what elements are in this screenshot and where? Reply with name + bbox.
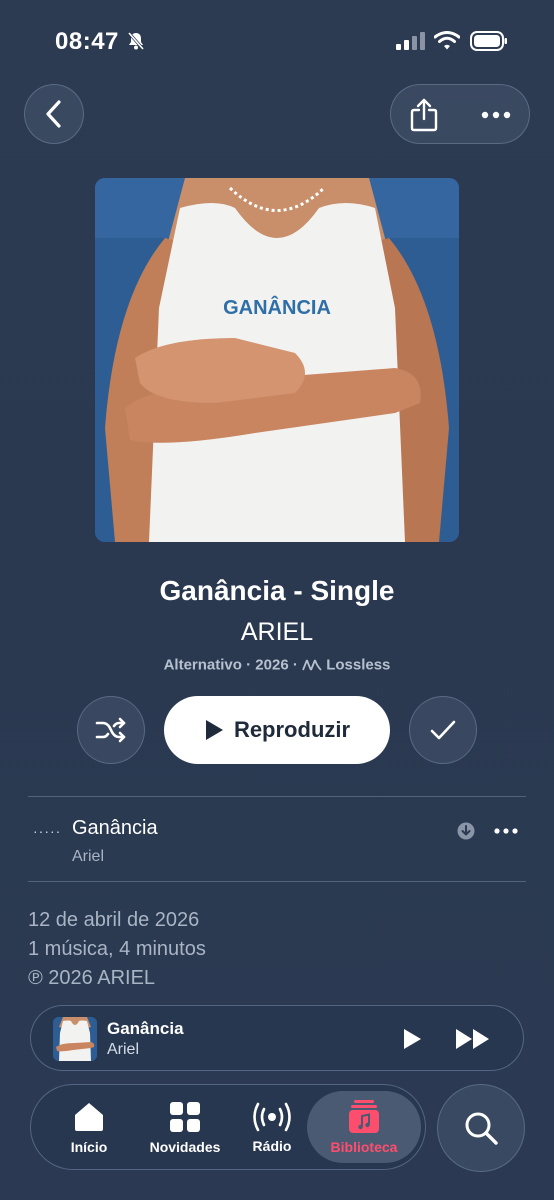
album-genre: Alternativo bbox=[163, 656, 242, 674]
album-year: 2026 bbox=[255, 656, 289, 674]
share-button[interactable] bbox=[391, 85, 457, 145]
status-bar: 08:47 bbox=[0, 0, 554, 80]
tab-biblioteca[interactable]: Biblioteca bbox=[307, 1091, 421, 1163]
grid-icon bbox=[170, 1102, 200, 1132]
shuffle-button[interactable] bbox=[77, 696, 145, 764]
tab-label: Biblioteca bbox=[330, 1139, 398, 1155]
release-copyright: ℗ 2026 ARIEL bbox=[28, 967, 156, 989]
mini-player-title: Ganância bbox=[107, 1019, 184, 1038]
tab-label: Início bbox=[70, 1139, 108, 1155]
cellular-signal-icon bbox=[396, 32, 425, 50]
ellipsis-icon bbox=[481, 111, 511, 119]
album-meta: Alternativo · 2026 · Lossless bbox=[163, 656, 391, 674]
header-actions bbox=[390, 84, 530, 144]
battery-icon bbox=[470, 31, 507, 51]
album-title: Ganância - Single bbox=[159, 575, 395, 606]
bell-slash-icon bbox=[127, 32, 145, 50]
track-artist: Ariel bbox=[72, 848, 105, 865]
artwork-text: GANÂNCIA bbox=[223, 295, 331, 319]
tab-label: Rádio bbox=[252, 1138, 292, 1154]
added-to-library-button[interactable] bbox=[409, 696, 477, 764]
play-icon bbox=[205, 720, 223, 740]
mini-player-artwork bbox=[53, 1017, 97, 1061]
fast-forward-icon bbox=[456, 1029, 489, 1049]
track-row[interactable]: ····· Ganância Ariel bbox=[0, 797, 554, 881]
track-more-button[interactable] bbox=[492, 821, 520, 841]
tab-novidades[interactable]: Novidades bbox=[137, 1085, 233, 1171]
search-icon bbox=[465, 1112, 498, 1145]
mini-player-artist: Ariel bbox=[107, 1041, 140, 1058]
ellipsis-icon bbox=[494, 828, 518, 834]
downloaded-icon bbox=[457, 822, 475, 840]
library-icon bbox=[349, 1100, 379, 1133]
checkmark-icon bbox=[430, 720, 456, 740]
tab-bar: Início Novidades Rádio Biblioteca bbox=[30, 1084, 426, 1170]
album-artist-link[interactable]: ARIEL bbox=[0, 618, 554, 647]
release-summary: 1 música, 4 minutos bbox=[28, 938, 206, 960]
shuffle-icon bbox=[95, 717, 126, 743]
tab-label: Novidades bbox=[149, 1139, 221, 1155]
lossless-icon bbox=[302, 659, 322, 671]
play-label: Reproduzir bbox=[233, 717, 351, 742]
release-date: 12 de abril de 2026 bbox=[28, 909, 200, 931]
tab-radio[interactable]: Rádio bbox=[237, 1085, 307, 1171]
radio-icon bbox=[253, 1102, 291, 1132]
divider bbox=[28, 881, 526, 882]
search-button[interactable] bbox=[437, 1084, 525, 1172]
album-artwork: GANÂNCIA bbox=[95, 178, 459, 542]
status-time: 08:47 bbox=[55, 28, 119, 55]
track-title: Ganância bbox=[72, 817, 158, 839]
artwork-image: GANÂNCIA bbox=[95, 178, 459, 542]
share-icon bbox=[410, 98, 438, 132]
tab-inicio[interactable]: Início bbox=[49, 1085, 129, 1171]
play-icon bbox=[404, 1029, 421, 1049]
skip-forward-button[interactable] bbox=[453, 1024, 493, 1054]
release-info: 12 de abril de 2026 1 música, 4 minutos … bbox=[28, 906, 206, 993]
more-options-button[interactable] bbox=[463, 85, 529, 145]
mini-player[interactable]: Ganância Ariel bbox=[30, 1005, 524, 1071]
wifi-icon bbox=[434, 31, 460, 50]
home-icon bbox=[75, 1103, 103, 1131]
play-button[interactable]: Reproduzir bbox=[164, 696, 390, 764]
track-number: ····· bbox=[33, 823, 62, 839]
back-button[interactable] bbox=[24, 84, 84, 144]
chevron-left-icon bbox=[46, 100, 61, 128]
album-quality: Lossless bbox=[326, 656, 391, 674]
mini-play-button[interactable] bbox=[397, 1024, 427, 1054]
